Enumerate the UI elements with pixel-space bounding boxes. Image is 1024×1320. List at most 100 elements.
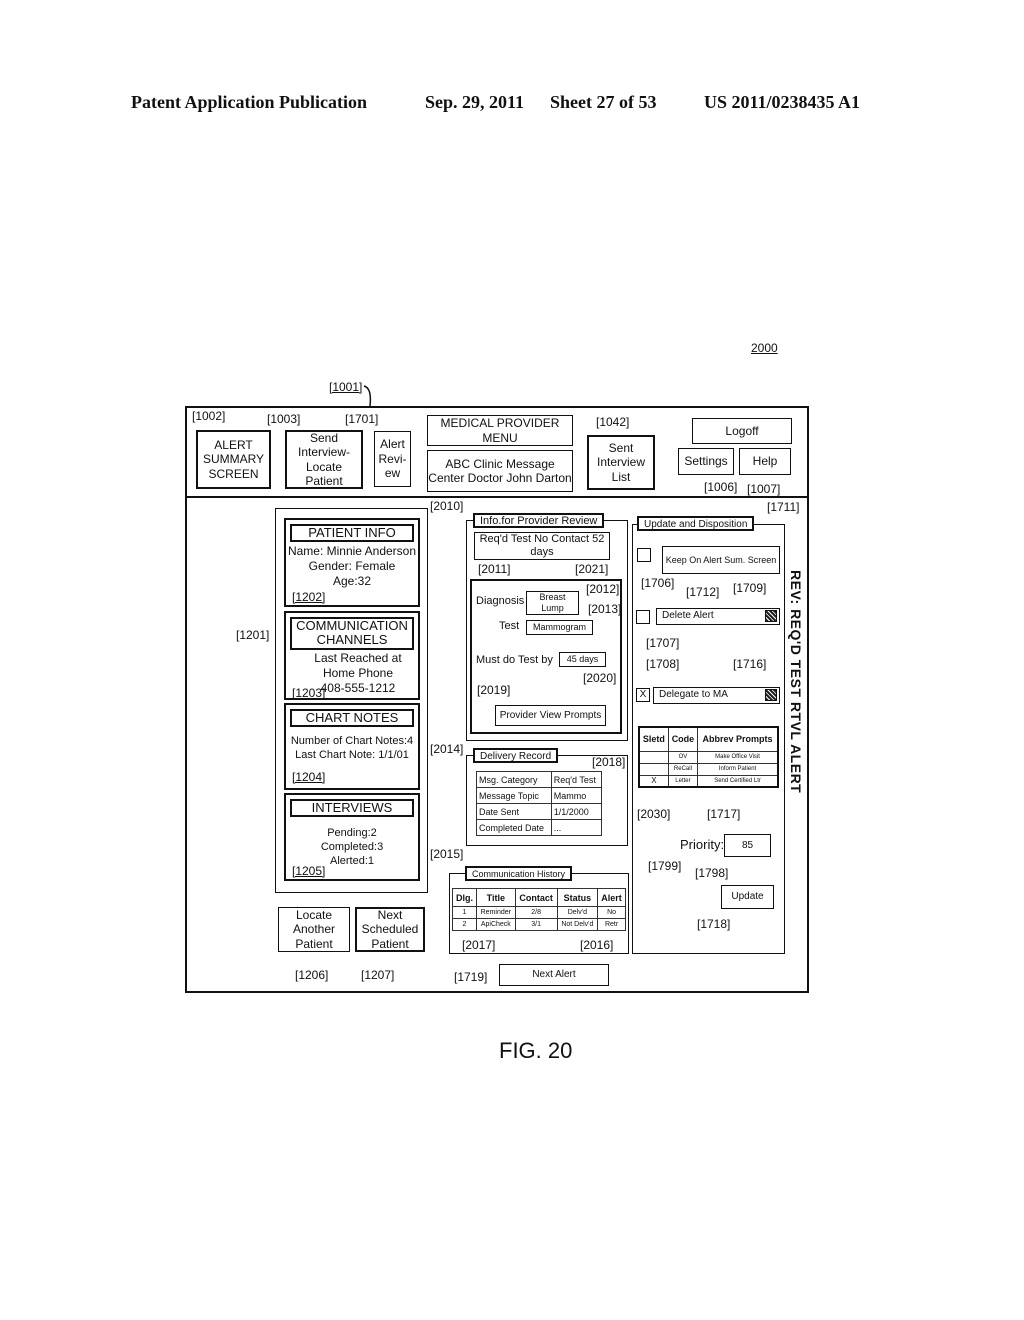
send-interview-ref: [1003] [267,412,301,426]
next-alert-ref: [1719] [454,970,488,984]
clinic-info: ABC Clinic Message Center Doctor John Da… [427,450,573,492]
delete-alert-checkbox[interactable] [636,610,650,624]
delivery-record-row: Completed Date... [476,819,603,836]
test-value[interactable]: Mammogram [526,620,593,635]
provider-view-prompts-button[interactable]: Provider View Prompts [495,705,606,726]
delegate-checkbox[interactable]: X [636,688,650,702]
communication-history-title: Communication History [465,866,573,881]
patient-age: Age:32 [332,574,372,589]
delivery-record-row: Date Sent 1/1/2000 [476,803,603,820]
diagnosis-ref: [2012] [586,582,620,596]
patient-info-title: PATIENT INFO [290,524,414,543]
settings-button[interactable]: Settings [678,448,734,475]
delivery-record-title: Delivery Record [473,748,559,763]
logoff-button[interactable]: Logoff [692,418,792,444]
prompts-table: Sletd Code Abbrev Prompts OV Make Office Vi… [638,726,779,788]
dropdown-arrow-icon[interactable] [765,689,777,701]
prompt-selected-cell[interactable]: X [638,774,669,788]
locate-another-patient-button[interactable]: Locate Another Patient [278,907,350,952]
alert-summary-ref: [1002] [192,409,226,423]
delivery-field-value: ... [550,819,603,836]
prompt-text-cell: Make Office Visit [697,750,779,764]
patient-name: Name: Minnie Anderson [287,544,417,559]
delivery-field-label: Msg. Category [476,771,552,788]
alert-review-ref: [1701] [345,412,379,426]
priority-ref: [1798] [695,866,729,880]
delete-alert-select[interactable]: Delete Alert [656,608,780,625]
delivery-field-label: Date Sent [476,803,552,820]
prompts-row[interactable]: ReCall Inform Patient [638,762,779,776]
next-scheduled-patient-button[interactable]: Next Scheduled Patient [355,907,425,952]
alert-summary-button[interactable]: ALERT SUMMARY SCREEN [196,430,271,489]
interviews-title: INTERVIEWS [290,799,414,818]
history-row[interactable]: 2 ApiCheck 3/1 Not Delv'd Retr [451,918,626,931]
disposition-title: Update and Disposition [637,516,755,531]
no-contact-ref: [2021] [575,562,609,576]
history-cell: Not Delv'd [556,918,599,931]
patient-panel-ref: [1201] [236,628,270,642]
delivery-table-ref: [2018] [592,755,626,769]
history-column-header: Title [476,888,516,907]
prompt-text-cell: Send Certified Ltr [697,774,779,788]
interviews-section: INTERVIEWS Pending:2 Completed:3 Alerted… [284,793,420,881]
chart-notes-count: Number of Chart Notes:4 [290,735,414,748]
delivery-field-value: Mammo [550,787,603,804]
prompts-row[interactable]: X Letter Send Certified Ltr [638,774,779,788]
delivery-field-value: 1/1/2000 [550,803,603,820]
prompts-column-header: Code [667,726,699,752]
send-interview-button[interactable]: Send Interview-Locate Patient [285,430,363,489]
delegate-checkbox-ref: [1708] [646,657,680,671]
provider-review-ref: [2010] [430,499,464,513]
dropdown-arrow-icon[interactable] [765,610,777,622]
settings-ref: [1006] [704,480,738,494]
chart-notes-ref: [1204] [292,770,326,784]
interviews-ref: [1205] [292,864,326,878]
prompts-column-header: Sletd [638,726,669,752]
history-column-header: Contact [514,888,558,907]
keep-checkbox-ref: [1706] [641,576,675,590]
communication-history-ref: [2015] [430,847,464,861]
update-ref: [1718] [697,917,731,931]
prompts-button-ref: [2019] [477,683,511,697]
must-do-ref: [2020] [583,671,617,685]
delivery-record-row: Message Topic Mammo [476,787,603,804]
test-label: Test [499,620,520,632]
prompts-row[interactable]: OV Make Office Visit [638,750,779,764]
prompt-selected-cell[interactable] [638,762,669,776]
history-column-header: Dlg. [451,888,478,907]
priority-label-ref: [1799] [648,859,682,873]
help-button[interactable]: Help [739,448,791,475]
chart-notes-title: CHART NOTES [290,709,414,728]
history-cell: ApiCheck [476,918,516,931]
sent-interview-list-ref: [1042] [596,415,630,429]
help-ref: [1007] [747,482,781,496]
delivery-record-row: Msg. Category Req'd Test [476,771,603,788]
diagnosis-value[interactable]: Breast Lump [526,591,579,615]
next-scheduled-ref: [1207] [361,968,395,982]
prompt-text-cell: Inform Patient [697,762,779,776]
update-button[interactable]: Update [721,885,774,909]
last-reached-line1: Last Reached at [314,650,402,665]
prompt-selected-cell[interactable] [638,750,669,764]
history-cell: 2/8 [514,906,558,919]
diagnosis-label: Diagnosis [476,595,525,607]
communication-channels-section: COMMUNICATION CHANNELS Last Reached at H… [284,611,420,700]
delegate-select[interactable]: Delegate to MA [653,687,780,704]
toolbar-divider [186,496,808,498]
disposition-ref: [1711] [767,500,800,514]
delivery-record-ref: [2014] [430,742,464,756]
keep-on-alert-checkbox[interactable] [637,548,651,562]
alert-review-button[interactable]: Alert Revi-ew [374,431,411,487]
figure-ref: 2000 [751,341,778,355]
prompt-code-cell: ReCall [667,762,699,776]
last-reached-line2: Home Phone [322,665,394,680]
figure-caption: FIG. 20 [499,1038,573,1063]
priority-input[interactable]: 85 [724,834,771,857]
must-do-value[interactable]: 45 days [559,652,606,667]
sent-interview-list-button[interactable]: Sent Interview List [587,435,655,490]
next-alert-button[interactable]: Next Alert [499,964,609,986]
history-row[interactable]: 1 Reminder 2/8 Delv'd No [451,906,626,919]
menu-title: MEDICAL PROVIDER MENU [427,415,573,446]
no-contact-notice: Req'd Test No Contact 52 days [474,532,610,560]
prompt-code-cell: OV [667,750,699,764]
